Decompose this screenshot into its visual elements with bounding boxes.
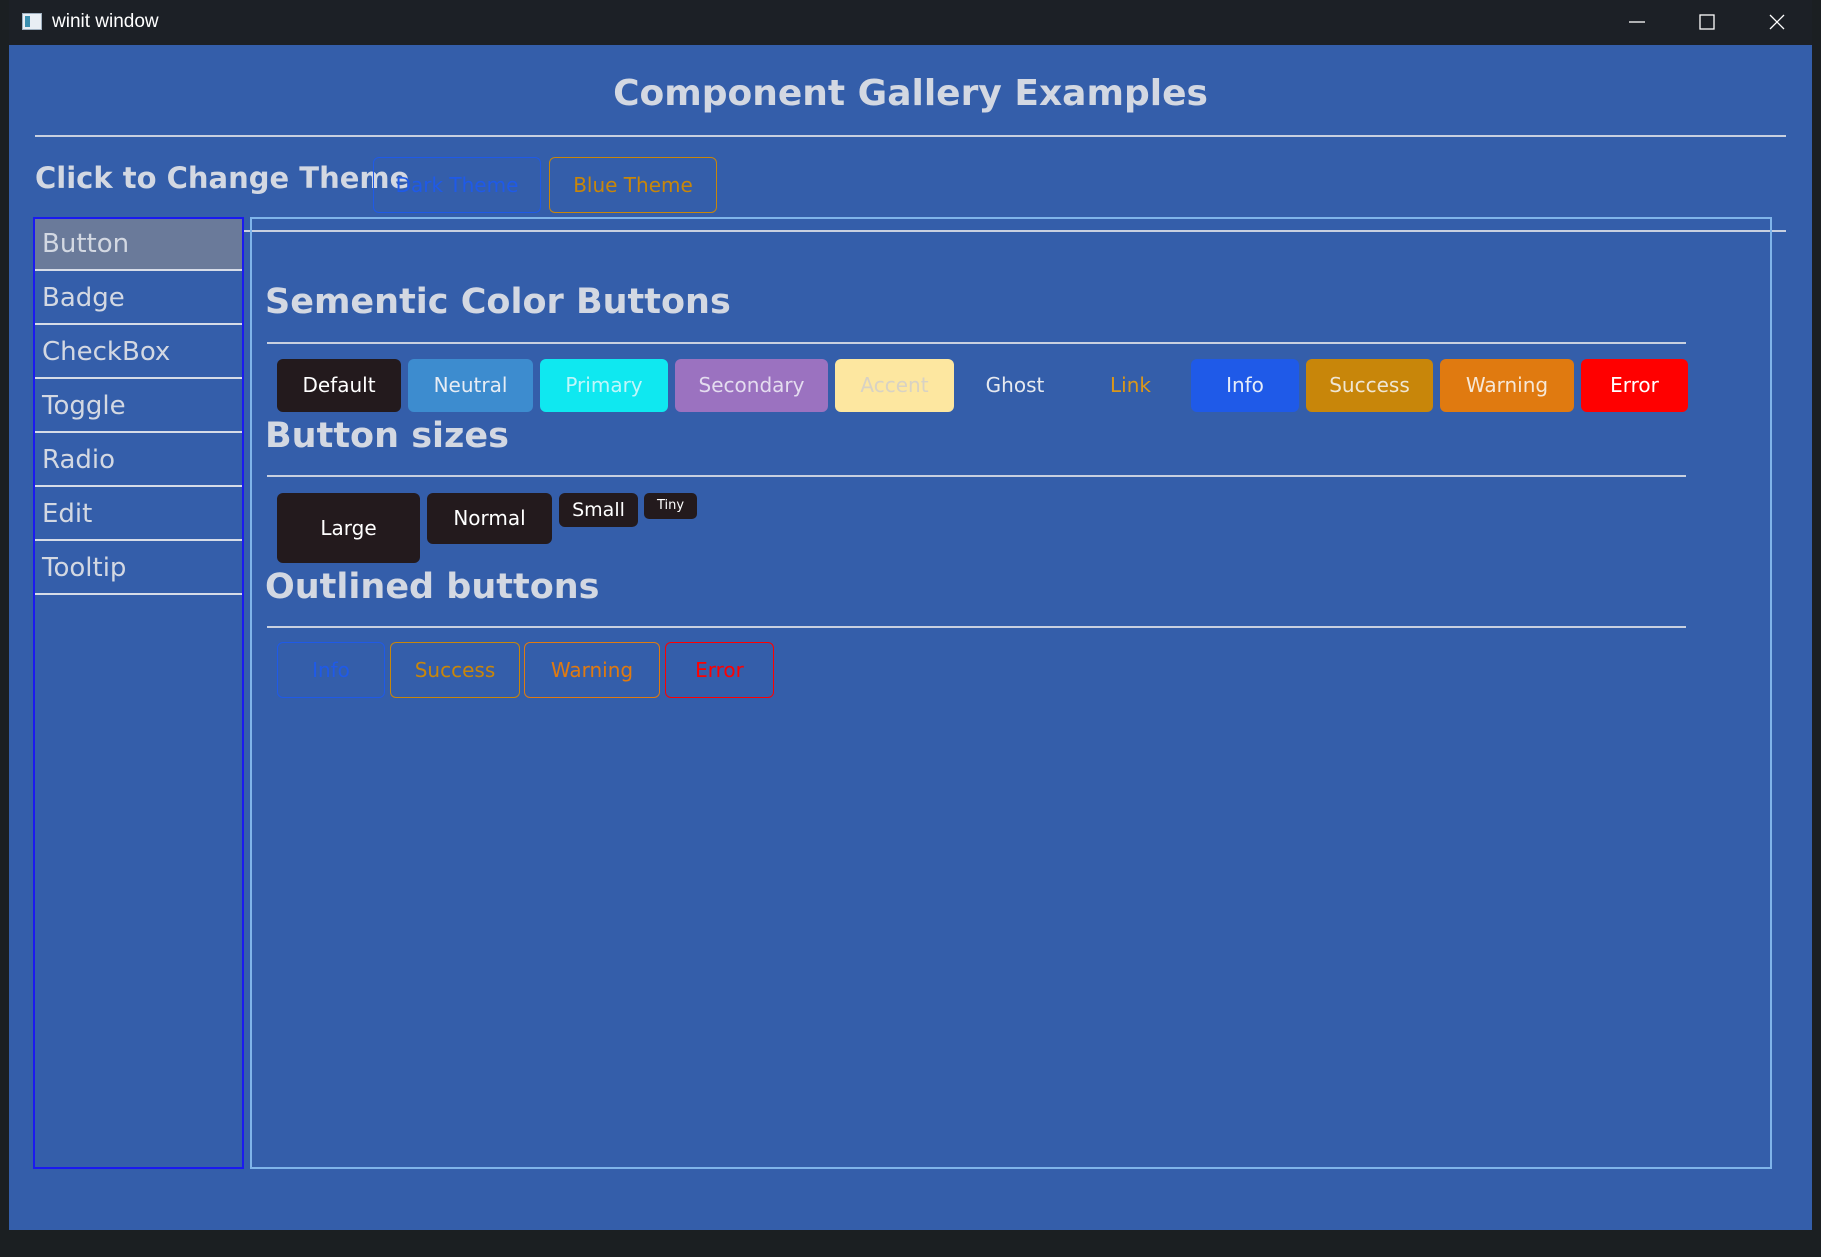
neutral-button[interactable]: Neutral: [408, 359, 533, 412]
sidebar-item-radio[interactable]: Radio: [35, 435, 242, 487]
sidebar-item-edit[interactable]: Edit: [35, 489, 242, 541]
title-divider: [35, 135, 1786, 137]
window-titlebar: winit window: [9, 0, 1812, 45]
accent-button[interactable]: Accent: [835, 359, 954, 412]
error-button[interactable]: Error: [1581, 359, 1688, 412]
sidebar-item-tooltip[interactable]: Tooltip: [35, 543, 242, 595]
secondary-button[interactable]: Secondary: [675, 359, 828, 412]
large-button[interactable]: Large: [277, 493, 420, 563]
close-button[interactable]: [1742, 0, 1812, 45]
outlined-error-button[interactable]: Error: [665, 642, 774, 698]
outlined-info-button[interactable]: Info: [277, 642, 385, 698]
button-sizes-heading: Button sizes: [265, 416, 509, 456]
primary-button[interactable]: Primary: [540, 359, 668, 412]
theme-label: Click to Change Theme: [35, 161, 410, 195]
tiny-button[interactable]: Tiny: [644, 493, 697, 519]
app-window-icon: [22, 13, 42, 30]
normal-button[interactable]: Normal: [427, 493, 552, 544]
default-button[interactable]: Default: [277, 359, 401, 412]
maximize-button[interactable]: [1672, 0, 1742, 45]
semantic-buttons-heading: Sementic Color Buttons: [265, 282, 731, 322]
dark-theme-button[interactable]: Dark Theme: [373, 157, 541, 213]
success-button[interactable]: Success: [1306, 359, 1433, 412]
outlined-warning-button[interactable]: Warning: [524, 642, 660, 698]
sidebar-item-checkbox[interactable]: CheckBox: [35, 327, 242, 379]
sizes-divider: [267, 475, 1686, 477]
outlined-success-button[interactable]: Success: [390, 642, 520, 698]
blue-theme-button[interactable]: Blue Theme: [549, 157, 717, 213]
small-button[interactable]: Small: [559, 493, 638, 527]
warning-button[interactable]: Warning: [1440, 359, 1574, 412]
outlined-buttons-heading: Outlined buttons: [265, 567, 600, 607]
sidebar-item-toggle[interactable]: Toggle: [35, 381, 242, 433]
window-title: winit window: [52, 11, 159, 32]
minimize-button[interactable]: [1602, 0, 1672, 45]
sidebar-item-badge[interactable]: Badge: [35, 273, 242, 325]
outlined-divider: [267, 626, 1686, 628]
info-button[interactable]: Info: [1191, 359, 1299, 412]
sidebar-nav: Button Badge CheckBox Toggle Radio Edit …: [33, 217, 244, 1169]
ghost-button[interactable]: Ghost: [960, 359, 1070, 412]
link-button[interactable]: Link: [1078, 359, 1183, 412]
sidebar-item-button[interactable]: Button: [35, 219, 242, 271]
os-taskbar: [0, 1230, 1821, 1257]
page-title: Component Gallery Examples: [613, 73, 1208, 114]
semantic-divider: [267, 342, 1686, 344]
